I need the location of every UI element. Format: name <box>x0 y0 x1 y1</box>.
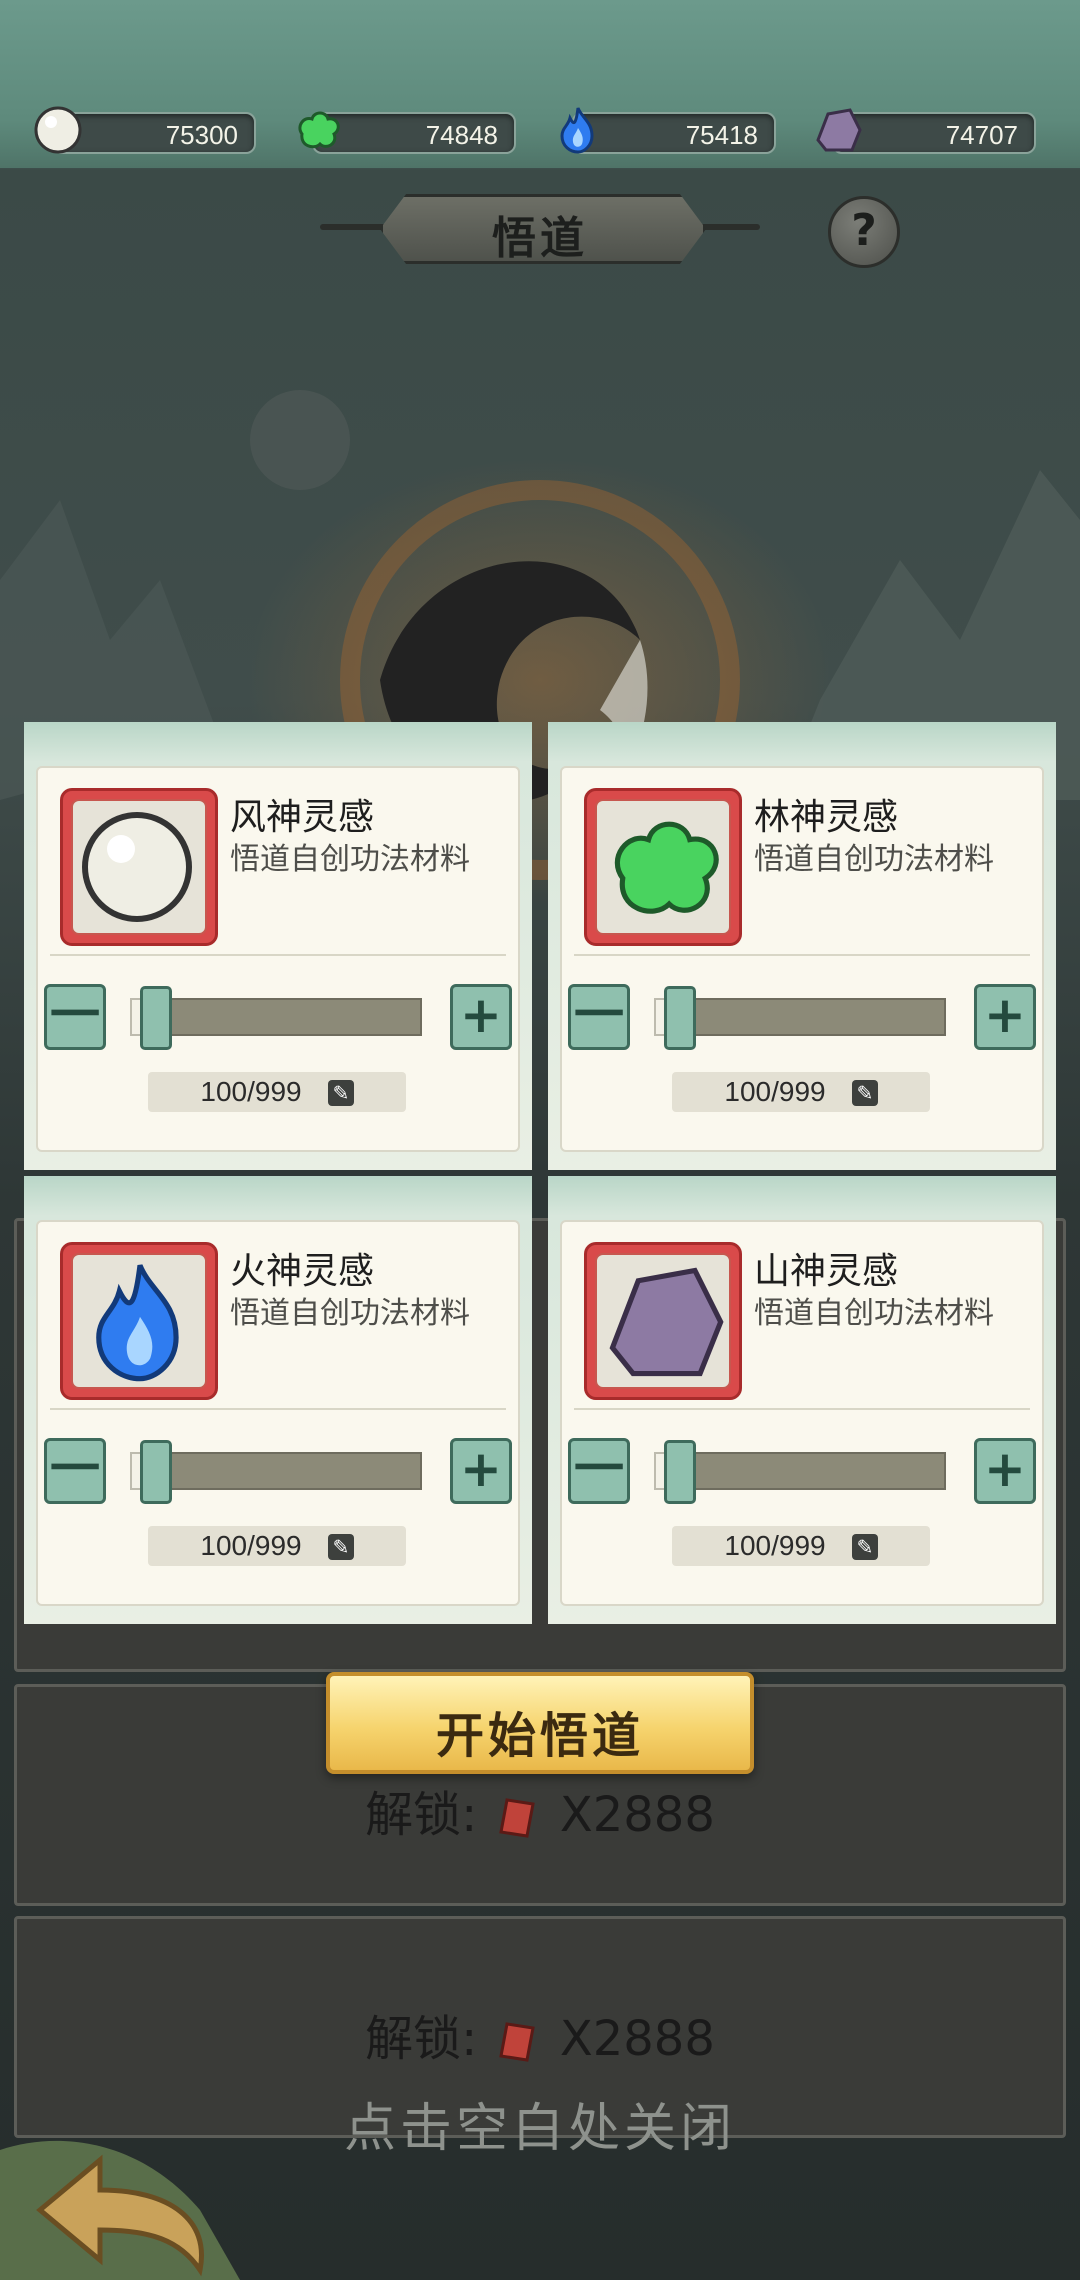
unlock-label: 解锁: <box>365 1787 478 1843</box>
back-arrow-icon[interactable] <box>0 2130 240 2280</box>
help-button[interactable]: ? <box>828 196 900 268</box>
green-cloud-icon <box>614 821 719 914</box>
count-value: 100/999 <box>724 1530 826 1561</box>
material-card-mountain: 山神灵感 悟道自创功法材料 一 + 100/999 ✎ <box>548 1176 1056 1624</box>
green-cloud-icon <box>298 111 340 149</box>
item-well <box>595 1253 731 1389</box>
increase-button[interactable]: + <box>974 984 1036 1050</box>
unlock-row: 解锁: X2888 <box>17 1775 1063 1845</box>
resource-forest: 74848 <box>292 108 516 154</box>
material-card-forest: 林神灵感 悟道自创功法材料 一 + 100/999 ✎ <box>548 722 1056 1170</box>
token-icon <box>493 2016 545 2068</box>
item-name: 山神灵感 <box>754 1251 899 1292</box>
material-card-wind: 风神灵感 悟道自创功法材料 一 + 100/999 ✎ <box>24 722 532 1170</box>
divider <box>50 1408 506 1410</box>
quantity-slider[interactable] <box>654 1452 946 1490</box>
unlock-cost: X2888 <box>559 2011 715 2067</box>
resource-value: 74848 <box>425 120 498 150</box>
item-frame <box>584 1242 742 1400</box>
unlock-cost: X2888 <box>559 1787 715 1843</box>
divider <box>574 1408 1030 1410</box>
count-box[interactable]: 100/999 ✎ <box>148 1072 406 1112</box>
edit-icon[interactable]: ✎ <box>328 1534 354 1560</box>
item-frame <box>584 788 742 946</box>
slider-thumb[interactable] <box>664 1440 696 1504</box>
start-label: 开始悟道 <box>435 1708 644 1764</box>
unlock-row: 解锁: X2888 <box>17 1999 1063 2069</box>
item-well <box>71 799 207 935</box>
item-desc: 悟道自创功法材料 <box>754 842 994 877</box>
item-well <box>595 799 731 935</box>
count-value: 100/999 <box>200 1530 302 1561</box>
count-value: 100/999 <box>200 1076 302 1107</box>
item-well <box>71 1253 207 1389</box>
item-name: 风神灵感 <box>230 797 375 838</box>
decrease-button[interactable]: 一 <box>568 1438 630 1504</box>
blue-flame-icon <box>560 104 594 154</box>
edit-icon[interactable]: ✎ <box>852 1080 878 1106</box>
unlock-label: 解锁: <box>365 2011 478 2067</box>
item-frame <box>60 788 218 946</box>
slider-thumb[interactable] <box>140 1440 172 1504</box>
item-desc: 悟道自创功法材料 <box>754 1296 994 1331</box>
purple-rock-icon <box>609 1267 724 1377</box>
item-desc: 悟道自创功法材料 <box>230 1296 470 1331</box>
title-banner: 悟道 <box>320 190 760 270</box>
increase-button[interactable]: + <box>450 984 512 1050</box>
resource-mountain: 74707 <box>812 108 1036 154</box>
count-value: 100/999 <box>724 1076 826 1107</box>
decrease-button[interactable]: 一 <box>44 1438 106 1504</box>
pearl-icon <box>82 812 192 922</box>
edit-icon[interactable]: ✎ <box>328 1080 354 1106</box>
slider-thumb[interactable] <box>140 986 172 1050</box>
resource-value: 74707 <box>945 120 1018 150</box>
item-name: 火神灵感 <box>230 1251 375 1292</box>
increase-button[interactable]: + <box>450 1438 512 1504</box>
item-name: 林神灵感 <box>754 797 899 838</box>
start-enlightenment-button[interactable]: 开始悟道 <box>326 1672 754 1774</box>
slider-thumb[interactable] <box>664 986 696 1050</box>
resource-wind: 75300 <box>32 106 256 154</box>
count-box[interactable]: 100/999 ✎ <box>672 1072 930 1112</box>
item-desc: 悟道自创功法材料 <box>230 842 470 877</box>
material-card-fire: 火神灵感 悟道自创功法材料 一 + 100/999 ✎ <box>24 1176 532 1624</box>
resource-fire: 75418 <box>552 104 776 154</box>
resource-value: 75300 <box>165 120 238 150</box>
increase-button[interactable]: + <box>974 1438 1036 1504</box>
quantity-slider[interactable] <box>130 1452 422 1490</box>
quantity-slider[interactable] <box>130 998 422 1036</box>
count-box[interactable]: 100/999 ✎ <box>672 1526 930 1566</box>
item-frame <box>60 1242 218 1400</box>
resource-value: 75418 <box>685 120 758 150</box>
count-box[interactable]: 100/999 ✎ <box>148 1526 406 1566</box>
edit-icon[interactable]: ✎ <box>852 1534 878 1560</box>
token-icon <box>493 1792 545 1844</box>
page-title: 悟道 <box>492 213 588 264</box>
purple-rock-icon <box>816 108 862 152</box>
decrease-button[interactable]: 一 <box>568 984 630 1050</box>
pearl-icon <box>34 106 82 154</box>
quantity-slider[interactable] <box>654 998 946 1036</box>
divider <box>50 954 506 956</box>
divider <box>574 954 1030 956</box>
decrease-button[interactable]: 一 <box>44 984 106 1050</box>
blue-flame-icon <box>96 1255 179 1382</box>
